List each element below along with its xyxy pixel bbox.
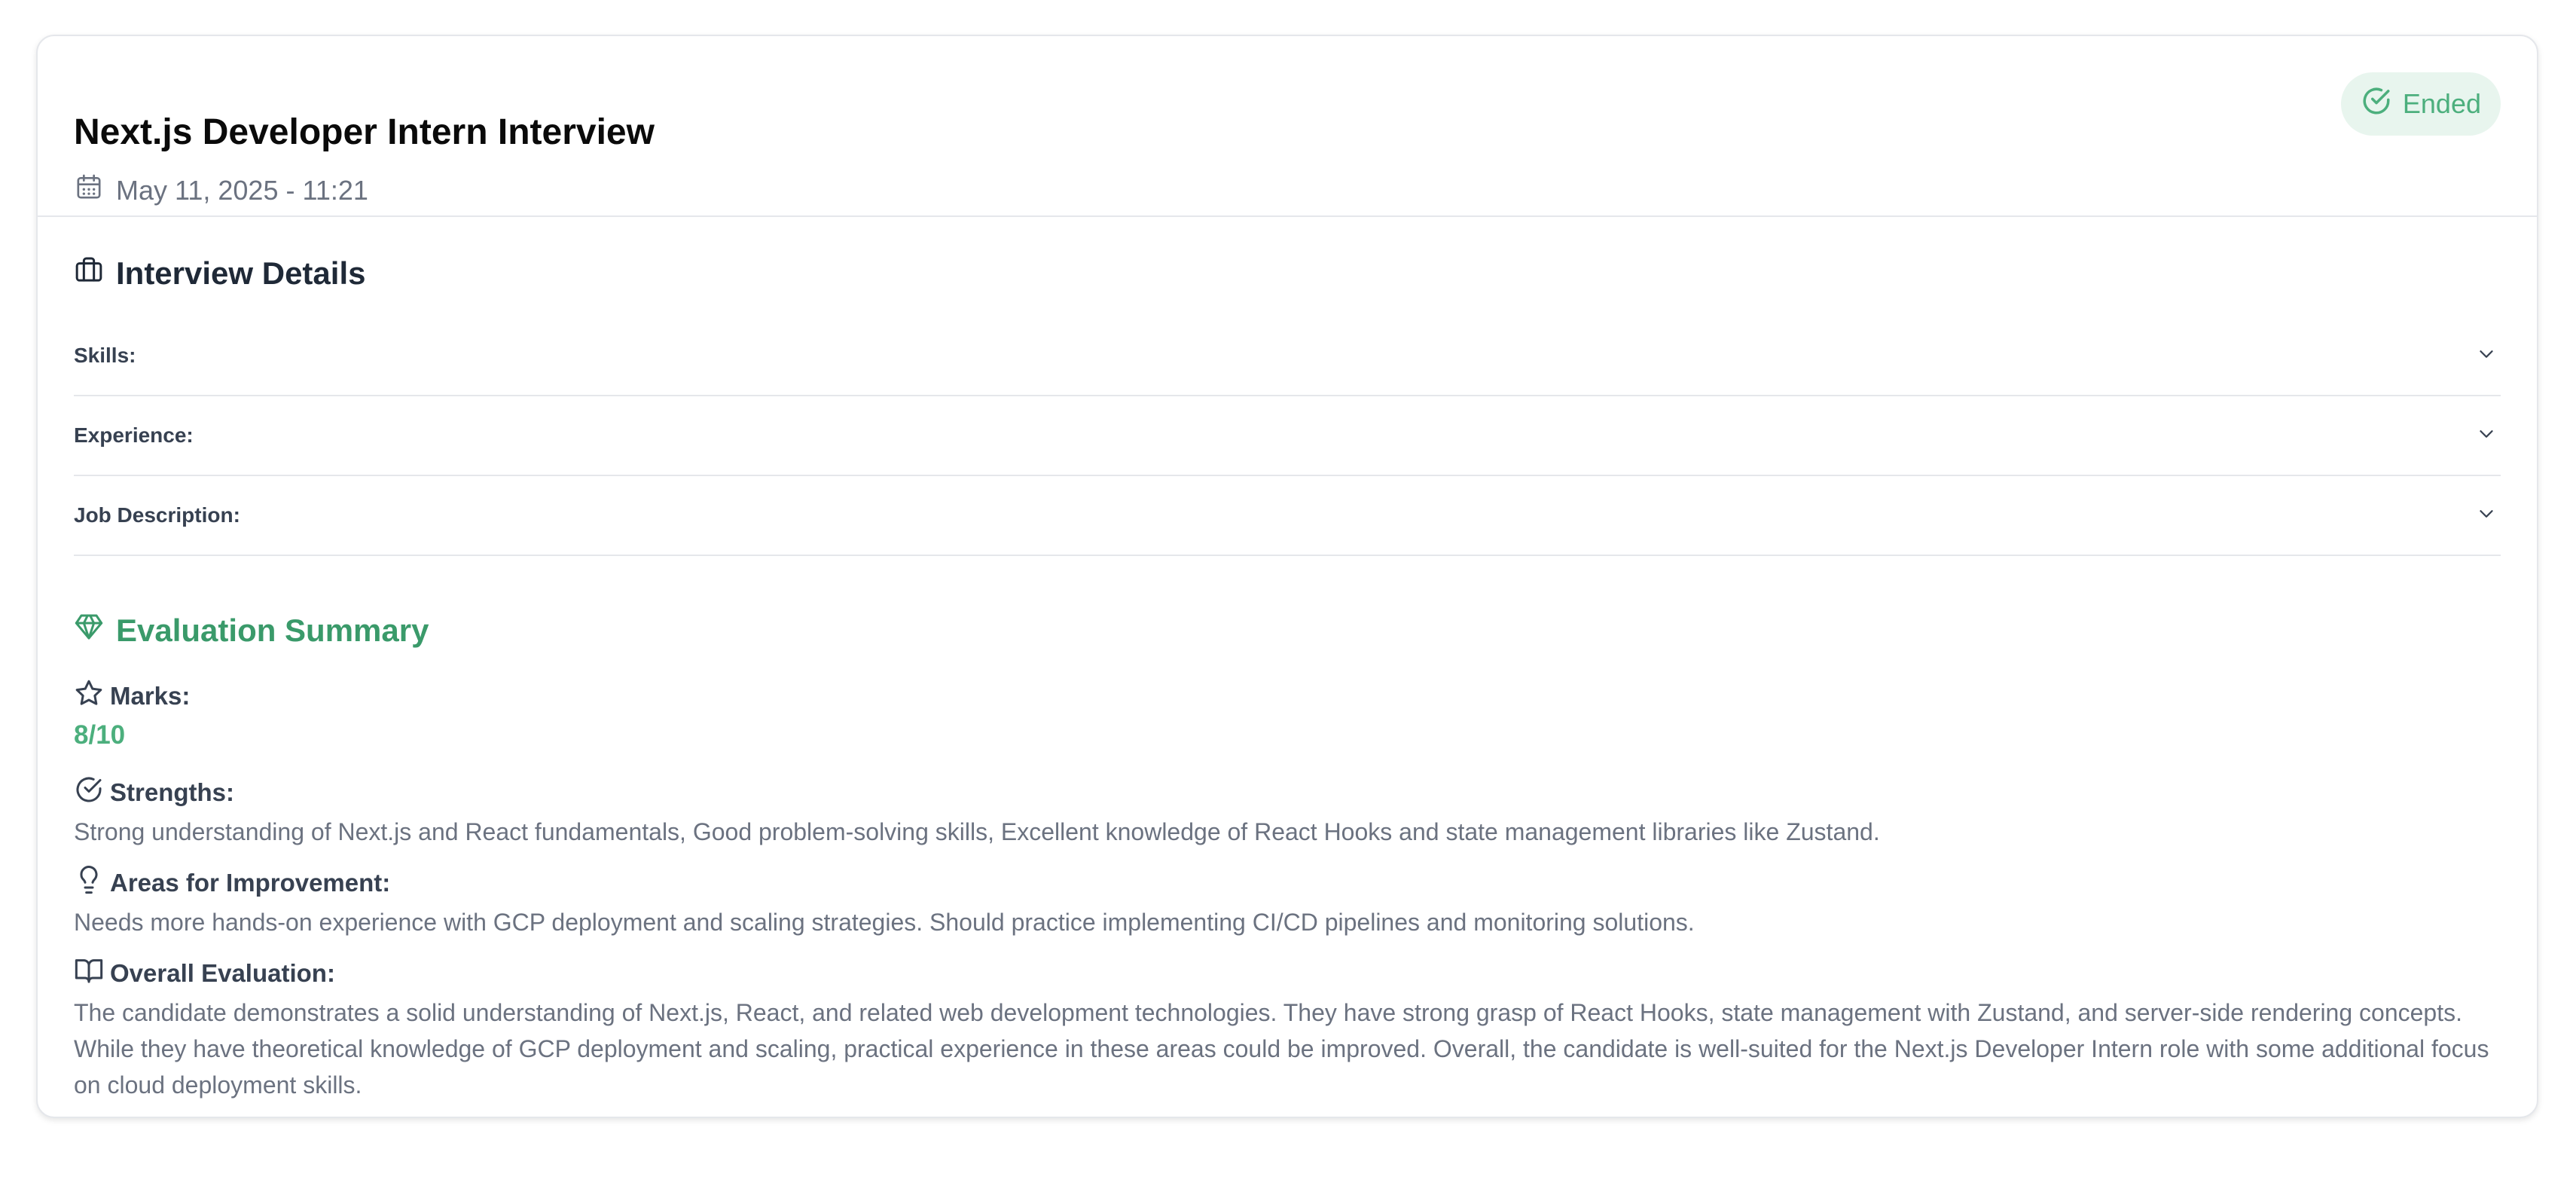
interview-details-heading: Interview Details: [74, 255, 365, 292]
interview-card: Next.js Developer Intern Interview May 1…: [36, 35, 2538, 1118]
chevron-down-icon[interactable]: [2475, 423, 2501, 449]
check-circle-icon: [74, 775, 104, 811]
overall-label: Overall Evaluation:: [110, 959, 335, 987]
chevron-down-icon[interactable]: [2475, 503, 2501, 529]
interview-details-title: Interview Details: [116, 255, 366, 291]
strengths-heading: Strengths:: [74, 776, 2492, 809]
accordion-skills[interactable]: Skills:: [74, 316, 2501, 396]
marks-value: 8/10: [74, 720, 126, 750]
book-open-icon: [74, 955, 104, 992]
improvement-section: Areas for Improvement: Needs more hands-…: [74, 866, 2492, 940]
details-accordion: Skills: Experience: Job Description:: [74, 316, 2501, 556]
marks-label: Marks:: [110, 682, 191, 710]
gem-icon: [74, 612, 104, 649]
strengths-section: Strengths: Strong understanding of Next.…: [74, 776, 2492, 850]
evaluation-summary-title: Evaluation Summary: [116, 613, 429, 648]
status-badge-label: Ended: [2402, 88, 2481, 119]
accordion-experience-label: Experience:: [74, 423, 194, 447]
status-badge: Ended: [2340, 72, 2501, 136]
star-icon: [74, 678, 104, 714]
strengths-label: Strengths:: [110, 778, 234, 806]
check-circle-icon: [2361, 85, 2392, 124]
interview-date-text: May 11, 2025 - 11:21: [116, 174, 368, 206]
evaluation-summary-heading: Evaluation Summary: [74, 612, 429, 649]
calendar-icon: [74, 172, 104, 209]
lightbulb-icon: [74, 865, 104, 901]
accordion-job-description-label: Job Description:: [74, 503, 240, 527]
improvement-label: Areas for Improvement:: [110, 869, 391, 897]
improvement-heading: Areas for Improvement:: [74, 866, 2492, 900]
page-title: Next.js Developer Intern Interview: [74, 112, 655, 152]
card-header: Next.js Developer Intern Interview May 1…: [38, 36, 2537, 217]
briefcase-icon: [74, 255, 104, 292]
overall-heading: Overall Evaluation:: [74, 957, 2492, 990]
marks-section: Marks: 8/10: [74, 680, 2492, 750]
accordion-job-description[interactable]: Job Description:: [74, 476, 2501, 556]
overall-text: The candidate demonstrates a solid under…: [74, 999, 2489, 1099]
overall-section: Overall Evaluation: The candidate demons…: [74, 957, 2492, 1103]
marks-heading: Marks:: [74, 680, 2492, 713]
strengths-text: Strong understanding of Next.js and Reac…: [74, 818, 1880, 845]
accordion-skills-label: Skills:: [74, 344, 136, 367]
accordion-experience[interactable]: Experience:: [74, 396, 2501, 476]
chevron-down-icon[interactable]: [2475, 343, 2501, 369]
improvement-text: Needs more hands-on experience with GCP …: [74, 909, 1695, 936]
interview-date: May 11, 2025 - 11:21: [74, 172, 368, 209]
